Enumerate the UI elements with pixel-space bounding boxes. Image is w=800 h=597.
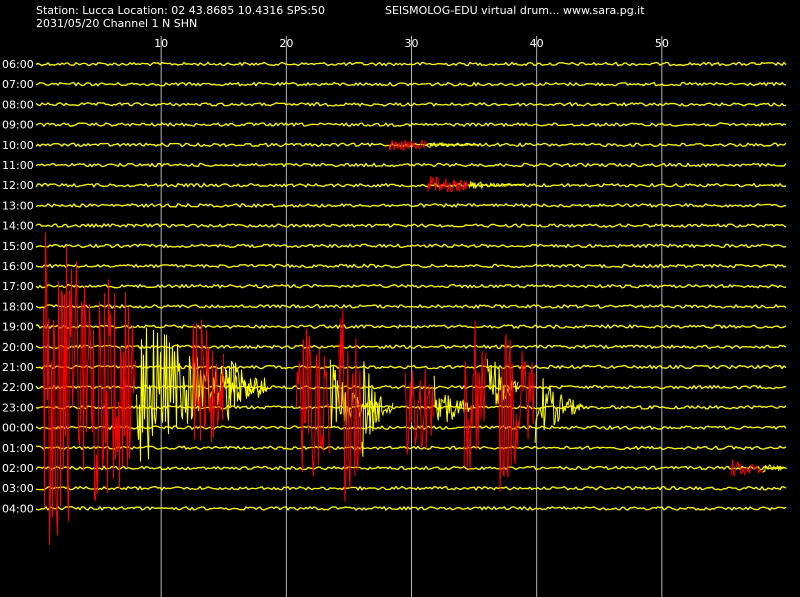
event-coda — [361, 361, 394, 457]
row-time-label: 13:00 — [2, 199, 34, 212]
event-burst — [192, 319, 268, 443]
row-time-label: 19:00 — [2, 321, 34, 334]
row-time-label: 14:00 — [2, 220, 34, 233]
row-time-label: 22:00 — [2, 381, 34, 394]
event-waveform — [295, 328, 330, 477]
x-tick-label: 50 — [655, 37, 669, 50]
x-tick-label: 40 — [530, 37, 544, 50]
event-coda — [433, 375, 475, 423]
row-time-label: 21:00 — [2, 361, 34, 374]
row-time-label: 04:00 — [2, 502, 34, 515]
row-time-label: 20:00 — [2, 341, 34, 354]
event-waveform — [43, 232, 136, 546]
row-time-label: 16:00 — [2, 260, 34, 273]
event-waveform — [427, 176, 469, 193]
event-coda — [762, 464, 787, 473]
row-time-label: 17:00 — [2, 280, 34, 293]
x-tick-label: 10 — [154, 37, 168, 50]
row-time-label: 23:00 — [2, 401, 34, 414]
seismogram-plot: 10 20 30 40 50 06:00 07:00 08:00 09:00 10:00 11:0… — [2, 36, 787, 597]
row-time-label: 00:00 — [2, 422, 34, 435]
x-tick-label: 20 — [279, 37, 293, 50]
row-time-label: 09:00 — [2, 119, 34, 132]
event-waveform — [498, 334, 535, 492]
event-waveform — [388, 139, 427, 151]
row-time-label: 18:00 — [2, 300, 34, 313]
event-coda — [224, 360, 268, 421]
row-time-label: 11:00 — [2, 159, 34, 172]
row-time-label: 15:00 — [2, 240, 34, 253]
event-bursts — [43, 139, 787, 546]
x-tick-labels: 10 20 30 40 50 — [154, 37, 669, 50]
row-time-label: 03:00 — [2, 482, 34, 495]
seismograph-screen: Station: Lucca Location: 02 43.8685 10.4… — [0, 0, 800, 597]
row-time-label: 07:00 — [2, 78, 34, 91]
row-time-label: 08:00 — [2, 98, 34, 111]
row-time-label: 12:00 — [2, 179, 34, 192]
row-time-label: 01:00 — [2, 442, 34, 455]
row-time-label: 10:00 — [2, 139, 34, 152]
event-burst — [388, 139, 480, 151]
event-burst — [43, 232, 266, 546]
x-tick-label: 30 — [405, 37, 419, 50]
event-waveform — [404, 369, 434, 455]
row-time-label: 06:00 — [2, 58, 34, 71]
row-time-label: 02:00 — [2, 462, 34, 475]
gridlines — [160, 36, 663, 597]
row-time-labels: 06:00 07:00 08:00 09:00 10:00 11:00 12:00 13:00… — [2, 58, 34, 515]
